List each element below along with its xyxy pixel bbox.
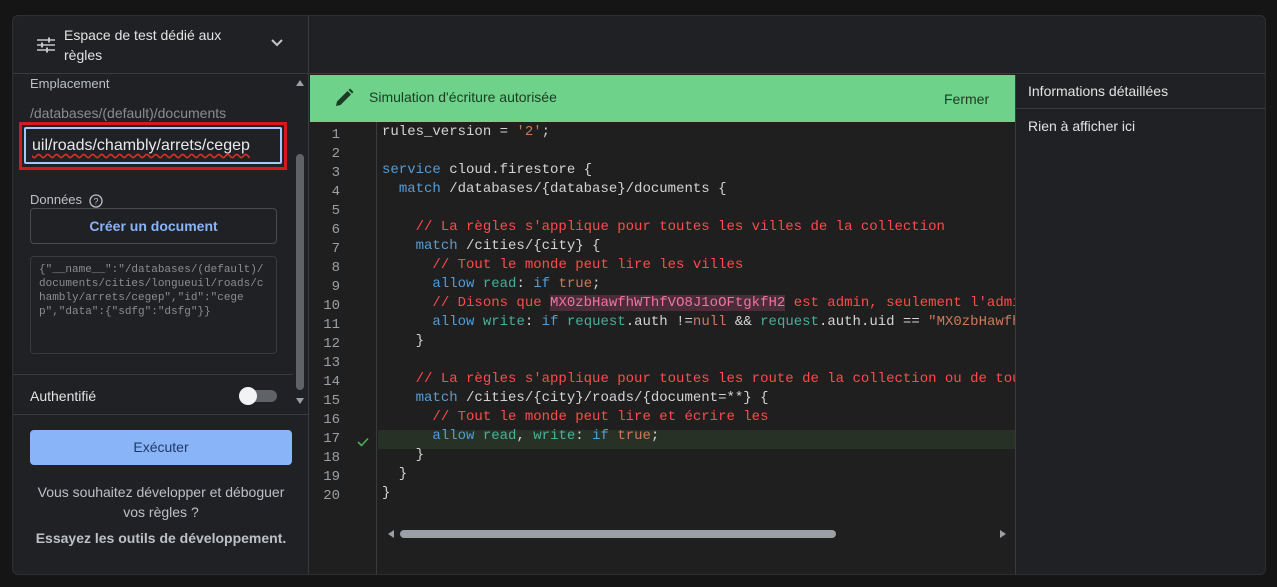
code-line[interactable]: match /cities/{city} { [382, 237, 601, 256]
divider [1016, 108, 1265, 109]
code-line[interactable]: allow write: if request.auth !=null && r… [382, 313, 1015, 332]
code-area[interactable]: rules_version = '2'; service cloud.firest… [378, 122, 1015, 527]
details-title: Informations détaillées [1028, 83, 1169, 99]
authenticated-row: Authentifié [13, 374, 293, 414]
location-label: Emplacement [30, 76, 110, 91]
scroll-up-arrow-icon[interactable] [296, 80, 304, 86]
help-icon[interactable]: ? [89, 194, 103, 208]
line-number: 13 [323, 355, 340, 371]
simulation-result-banner: Simulation d'écriture autorisée Fermer [310, 75, 1015, 122]
line-number: 15 [323, 393, 340, 409]
code-line[interactable]: } [382, 332, 424, 351]
code-line[interactable]: } [382, 465, 407, 484]
line-number: 8 [331, 260, 340, 276]
scroll-right-arrow-icon[interactable] [1000, 530, 1006, 538]
code-line[interactable]: allow read, write: if true; [382, 427, 659, 446]
line-number: 16 [323, 412, 340, 428]
document-json-field[interactable]: {"__name__":"/databases/(default)/docume… [30, 256, 277, 354]
code-line[interactable]: // La règles s'applique pour toutes les … [382, 218, 945, 237]
line-number: 7 [331, 241, 340, 257]
line-number: 1 [331, 127, 340, 143]
code-line[interactable]: // Tout le monde peut lire et écrire les [382, 408, 768, 427]
code-line[interactable]: match /databases/{database}/documents { [382, 180, 727, 199]
editor-toolbar [309, 16, 1265, 74]
pencil-icon [336, 88, 354, 106]
line-number: 12 [323, 336, 340, 352]
code-line[interactable]: } [382, 484, 390, 503]
details-empty-text: Rien à afficher ici [1028, 118, 1136, 134]
toggle-knob [239, 387, 257, 405]
scrollbar-thumb[interactable] [296, 154, 304, 390]
line-number: 9 [331, 279, 340, 295]
code-line[interactable]: service cloud.firestore { [382, 161, 592, 180]
code-line[interactable]: // Tout le monde peut lire les villes [382, 256, 743, 275]
data-label: Données [30, 192, 83, 207]
banner-message: Simulation d'écriture autorisée [369, 89, 557, 105]
dev-tools-link[interactable]: Essayez les outils de développement. [25, 530, 297, 546]
line-number-gutter: 1 2 3 4 5 6 7 8 9 10 11 12 13 14 15 16 1… [310, 122, 377, 574]
details-panel: Informations détaillées Rien à afficher … [1015, 75, 1265, 574]
line-number: 4 [331, 184, 340, 200]
document-path-input[interactable]: uil/roads/chambly/arrets/cegep [24, 127, 282, 164]
panel-header[interactable]: Espace de test dédié aux règles [13, 16, 309, 74]
authenticated-label: Authentifié [30, 388, 97, 404]
rules-playground-panel: Espace de test dédié aux règles Emplacem… [13, 16, 309, 574]
line-number: 11 [323, 317, 340, 333]
create-document-button[interactable]: Créer un document [30, 208, 277, 244]
scroll-down-arrow-icon[interactable] [296, 398, 304, 404]
dev-prompt-text: Vous souhaitez développer et déboguer vo… [37, 484, 285, 520]
svg-text:?: ? [93, 197, 98, 207]
divider [13, 414, 309, 415]
panel-scroll-area: Emplacement /databases/(default)/documen… [13, 74, 293, 374]
panel-scrollbar[interactable] [293, 74, 307, 410]
tune-icon [37, 37, 55, 53]
line-number: 14 [323, 374, 340, 390]
horizontal-scrollbar-thumb[interactable] [400, 530, 836, 538]
close-banner-button[interactable]: Fermer [944, 91, 989, 107]
run-button[interactable]: Exécuter [30, 430, 292, 465]
code-line[interactable]: } [382, 446, 424, 465]
document-path-value: uil/roads/chambly/arrets/cegep [32, 137, 250, 154]
line-number: 2 [331, 146, 340, 162]
line-number: 10 [323, 298, 340, 314]
code-line[interactable]: match /cities/{city}/roads/{document=**}… [382, 389, 769, 408]
panel-title: Espace de test dédié aux règles [64, 27, 222, 63]
line-number: 5 [331, 203, 340, 219]
line-number: 17 [323, 431, 340, 447]
chevron-down-icon[interactable] [270, 38, 284, 48]
authenticated-toggle[interactable] [239, 387, 277, 405]
code-line[interactable]: // Disons que MX0zbHawfhWThfVO8J1oOFtgkf… [382, 294, 1015, 313]
code-line[interactable]: rules_version = '2'; [382, 123, 550, 142]
rules-playground-frame: Espace de test dédié aux règles Emplacem… [12, 15, 1266, 575]
scroll-left-arrow-icon[interactable] [388, 530, 394, 538]
line-number: 3 [331, 165, 340, 181]
code-line[interactable]: // La règles s'applique pour toutes les … [382, 370, 1015, 389]
line-number: 19 [323, 469, 340, 485]
line-number: 6 [331, 222, 340, 238]
rules-code-editor[interactable]: 1 2 3 4 5 6 7 8 9 10 11 12 13 14 15 16 1… [310, 122, 1015, 574]
line-number: 20 [323, 488, 340, 504]
check-icon [357, 437, 369, 447]
line-number: 18 [323, 450, 340, 466]
code-line[interactable]: allow read: if true; [382, 275, 600, 294]
editor-horizontal-scrollbar[interactable] [378, 527, 1015, 541]
